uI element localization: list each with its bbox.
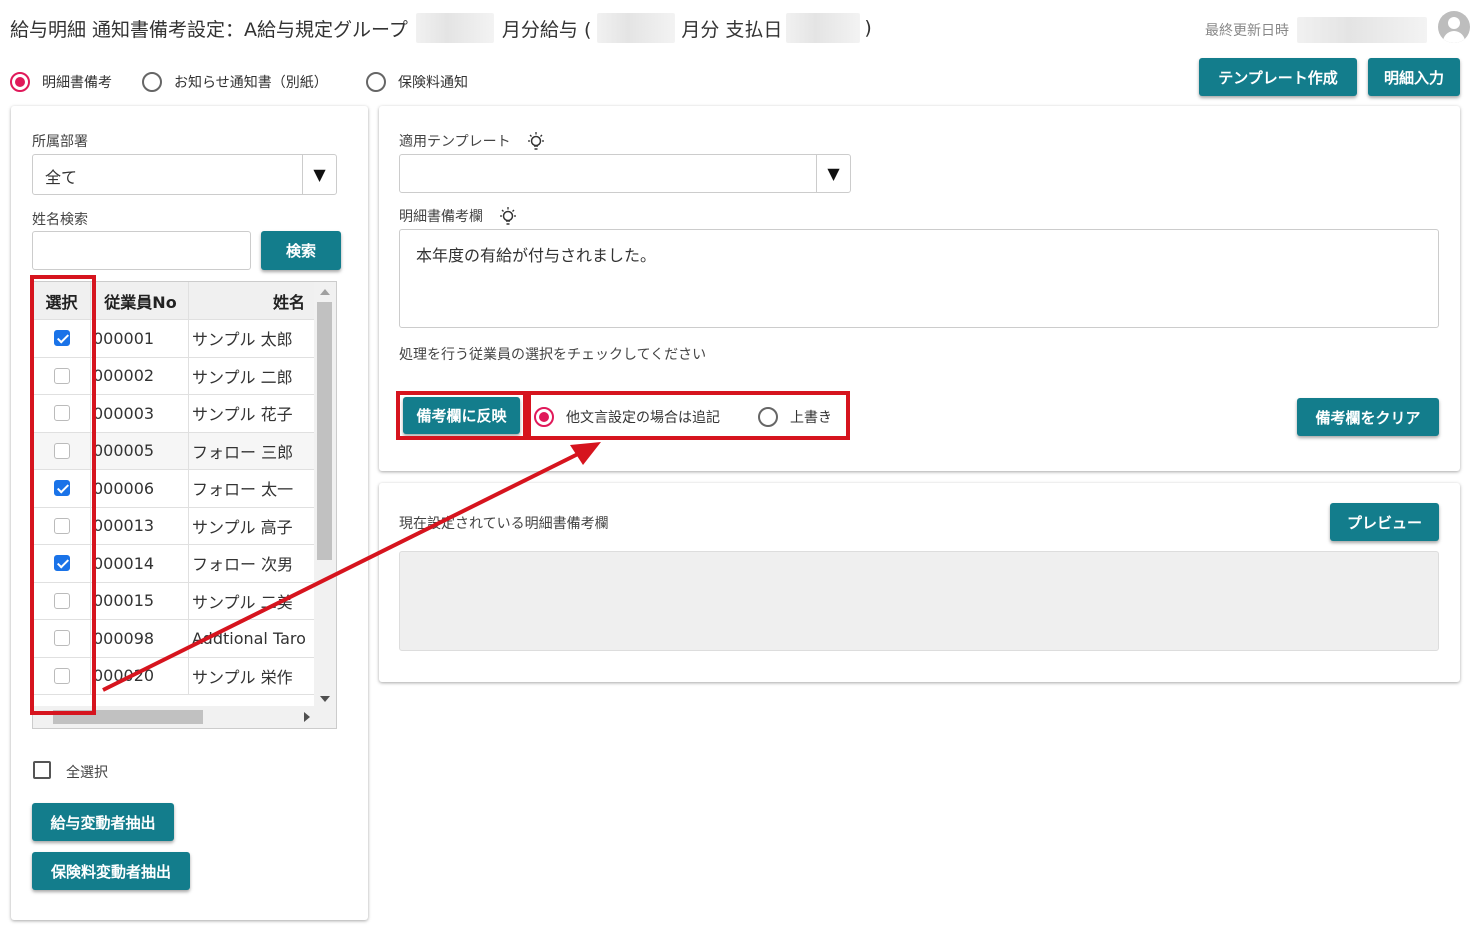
annotation-arrow-line (102, 450, 583, 692)
annotation-arrow (102, 442, 601, 692)
